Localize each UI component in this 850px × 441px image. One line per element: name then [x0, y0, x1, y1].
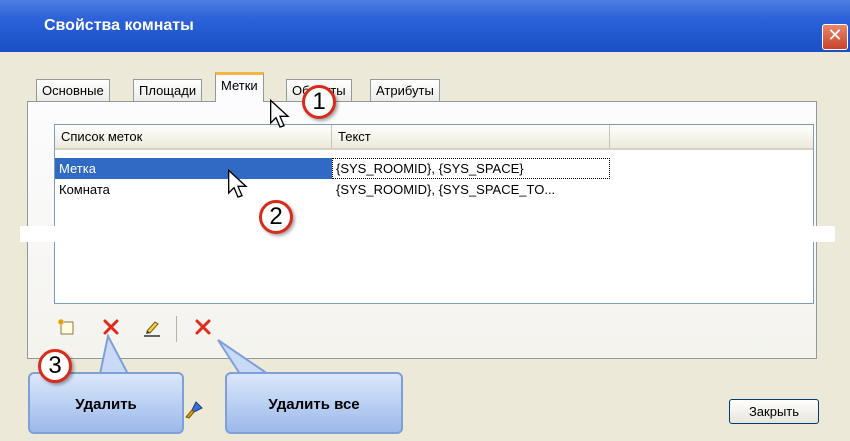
brush-icon[interactable] — [184, 400, 204, 420]
callout-badge-2: 2 — [259, 200, 293, 234]
mouse-cursor-icon — [270, 99, 290, 128]
delete-all-tooltip-text: Удалить все — [268, 396, 360, 413]
dialog-window: Свойства комнаты ✕ Основные Площади Метк… — [0, 0, 850, 441]
callout-badge-1: 1 — [302, 85, 336, 119]
callout-badge-3: 3 — [38, 349, 72, 383]
delete-tooltip-text: Удалить — [75, 396, 137, 413]
mouse-cursor-icon — [228, 169, 248, 198]
delete-all-tooltip: Удалить все — [225, 372, 403, 434]
